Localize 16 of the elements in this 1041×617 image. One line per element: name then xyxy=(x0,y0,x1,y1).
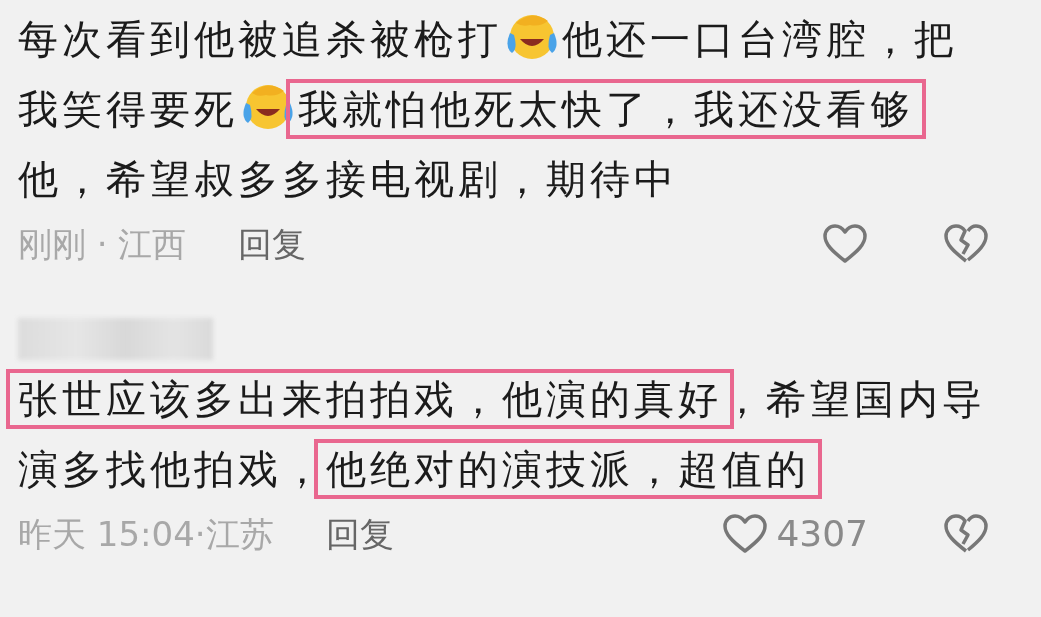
broken-heart-icon[interactable] xyxy=(943,513,989,555)
highlighted-comment-text: 他绝对的演技派，超值的 xyxy=(314,439,822,499)
highlighted-comment-text: 张世应该多出来拍拍戏，他演的真好 xyxy=(6,369,734,429)
reply-link[interactable]: 回复 xyxy=(325,508,394,560)
like-count: 4307 xyxy=(776,512,868,556)
comment-time-location: 昨天 15:04·江苏 xyxy=(18,512,274,556)
comment-text: 他还一口台湾腔，把 xyxy=(562,15,958,64)
highlighted-comment-text: 我就怕他死太快了，我还没看够 xyxy=(286,79,926,139)
comment-time-location: 刚刚 · 江西 xyxy=(18,222,187,266)
comment-text: 他，希望叔多多接电视剧，期待中 xyxy=(18,155,678,204)
reply-link[interactable]: 回复 xyxy=(238,218,307,270)
heart-icon[interactable] xyxy=(822,223,868,265)
comment-text: 每次看到他被追杀被枪打 xyxy=(18,15,502,64)
heart-icon[interactable] xyxy=(722,513,769,555)
comment-text: 我笑得要死 xyxy=(18,85,238,134)
broken-heart-icon[interactable] xyxy=(943,223,989,265)
